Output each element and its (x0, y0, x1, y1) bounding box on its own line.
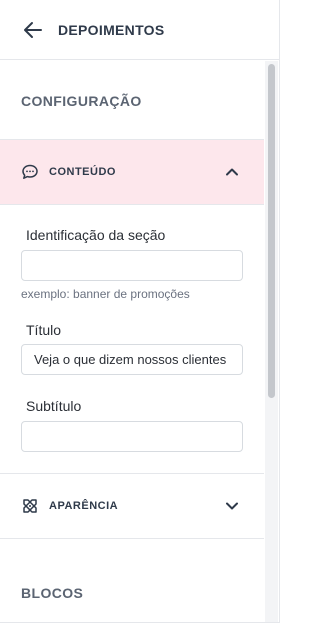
divider (0, 204, 264, 205)
back-arrow-icon[interactable] (22, 20, 44, 40)
identificacao-hint: exemplo: banner de promoções (21, 287, 190, 301)
panel-header: DEPOIMENTOS (0, 0, 280, 60)
settings-scroll-area: CONFIGURAÇÃO CONTEÚDO Identificação da s… (0, 61, 264, 622)
chat-bubble-icon (21, 163, 39, 181)
page-title: DEPOIMENTOS (58, 22, 165, 38)
accordion-label: CONTEÚDO (49, 166, 116, 178)
chevron-down-icon[interactable] (225, 499, 239, 513)
identificacao-input[interactable] (21, 250, 243, 281)
accordion-aparencia[interactable]: APARÊNCIA (0, 474, 264, 538)
scrollbar-thumb[interactable] (268, 64, 275, 398)
titulo-label: Título (26, 322, 62, 338)
brush-icon (21, 497, 39, 515)
blocos-heading: BLOCOS (21, 585, 84, 601)
config-heading: CONFIGURAÇÃO (21, 93, 142, 109)
subtitulo-input[interactable] (21, 421, 243, 452)
subtitulo-label: Subtítulo (26, 398, 82, 414)
identificacao-label: Identificação da seção (26, 227, 166, 243)
divider (0, 538, 264, 539)
chevron-up-icon[interactable] (225, 165, 239, 179)
accordion-conteudo[interactable]: CONTEÚDO (0, 140, 264, 204)
titulo-input[interactable] (21, 344, 243, 375)
accordion-label: APARÊNCIA (49, 500, 119, 512)
